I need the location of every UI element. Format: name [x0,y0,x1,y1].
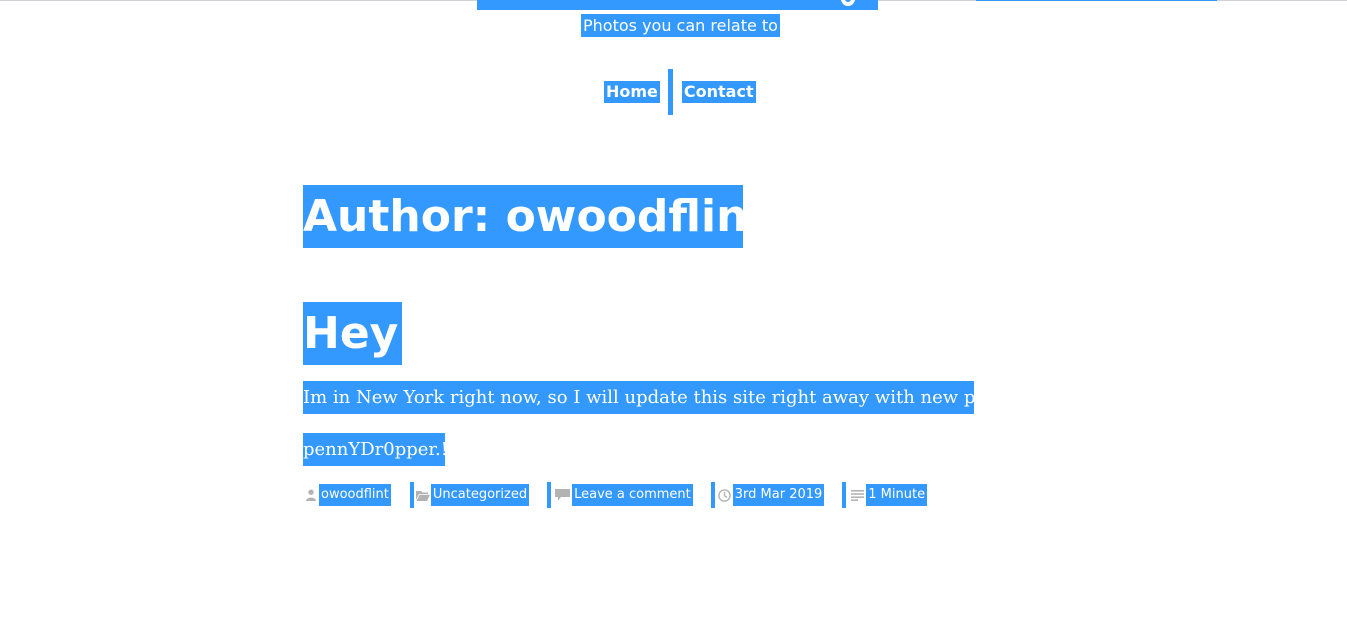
meta-date: 3rd Mar 2019 [717,482,825,508]
meta-comments: Leave a comment [553,482,693,508]
post-paragraph: Im in New York right now, so I will upda… [303,381,974,414]
post-paragraph: pennYDr0pper.! [303,433,445,466]
comments-link[interactable]: Leave a comment [572,484,693,506]
category-link[interactable]: Uncategorized [430,484,530,506]
reading-time: 1 Minute [866,484,928,506]
nav-divider [667,69,673,115]
archive-title: Author: owoodflint [303,185,743,248]
meta-author: owoodflint [303,482,391,508]
meta-reading-time: 1 Minute [848,482,928,508]
site-title-descender [841,0,855,6]
meta-divider [409,482,414,508]
post-meta: owoodflint Uncategorized Leave a comment… [303,482,928,508]
speech-bubble-icon [553,488,572,502]
site-tagline: Photos you can relate to [581,14,780,37]
header-accent-line [976,0,1217,1]
text-lines-icon [848,488,866,502]
main-navigation: Home Contact [604,69,756,115]
clock-icon [717,488,733,502]
folder-icon [415,488,431,502]
date-link[interactable]: 3rd Mar 2019 [732,484,825,506]
nav-contact-link[interactable]: Contact [681,81,756,103]
meta-divider [842,482,847,508]
meta-divider [547,482,552,508]
site-title-clipped[interactable] [477,0,878,10]
person-icon [303,488,319,502]
meta-category: Uncategorized [415,482,530,508]
post-title-link[interactable]: Hey [303,302,402,365]
meta-divider [710,482,715,508]
nav-home-link[interactable]: Home [604,81,660,103]
author-link[interactable]: owoodflint [319,484,391,506]
